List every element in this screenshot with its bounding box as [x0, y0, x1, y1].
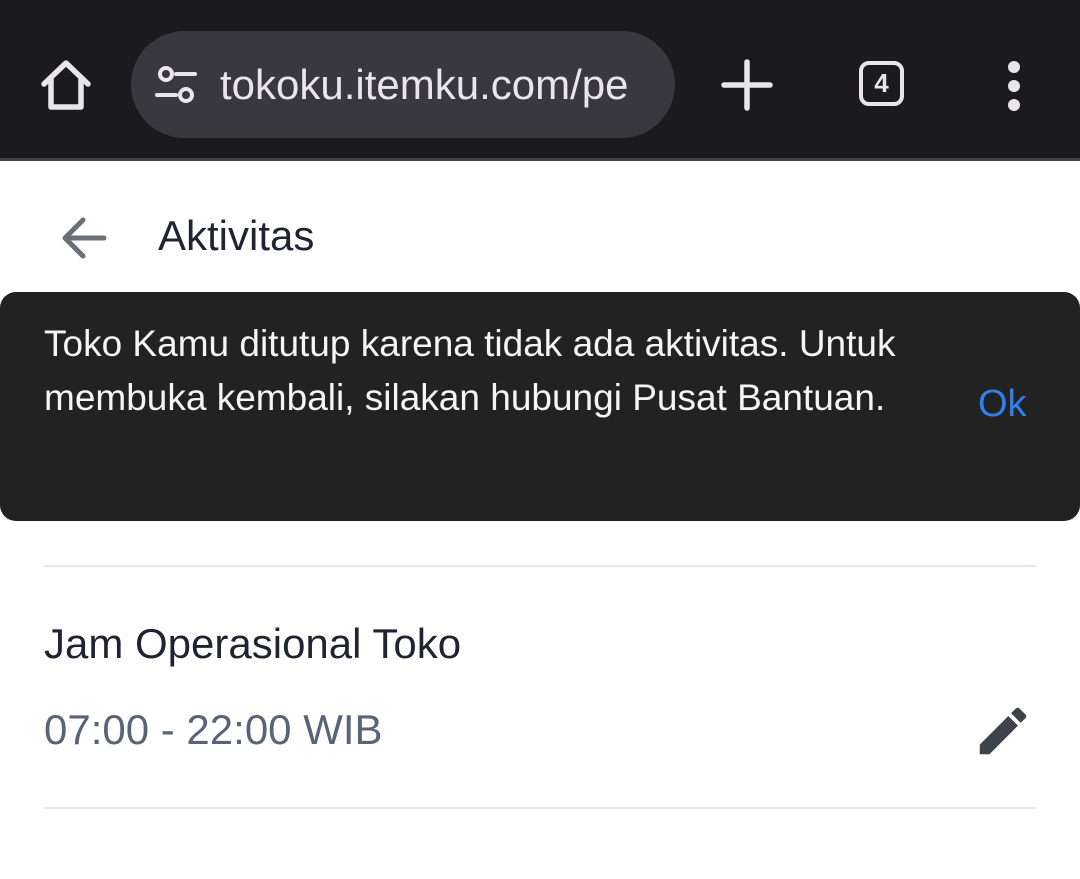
snackbar-message: Toko Kamu ditutup karena tidak ada aktiv…	[44, 323, 896, 418]
plus-icon	[721, 59, 773, 111]
divider	[44, 565, 1036, 567]
tab-switcher-button[interactable]: 4	[859, 61, 904, 106]
tune-icon[interactable]	[155, 65, 197, 105]
home-icon	[41, 60, 91, 110]
more-vert-icon	[1008, 61, 1020, 111]
operating-hours-title: Jam Operasional Toko	[44, 620, 462, 667]
home-button[interactable]	[36, 54, 96, 114]
back-button[interactable]	[56, 210, 116, 266]
url-text[interactable]: tokoku.itemku.com/pe	[220, 57, 654, 113]
address-bar[interactable]: tokoku.itemku.com/pe	[131, 31, 675, 138]
snackbar-ok-button[interactable]: Ok	[978, 377, 1027, 431]
pencil-icon	[979, 707, 1027, 755]
menu-button[interactable]	[990, 57, 1038, 115]
divider	[44, 807, 1036, 809]
new-tab-button[interactable]	[718, 56, 776, 114]
operating-hours-value: 07:00 - 22:00 WIB	[44, 706, 383, 753]
edit-hours-button[interactable]	[972, 700, 1034, 762]
snackbar: Toko Kamu ditutup karena tidak ada aktiv…	[0, 292, 1080, 521]
arrow-back-icon	[62, 217, 107, 259]
browser-toolbar: tokoku.itemku.com/pe 4	[0, 0, 1080, 161]
page-title: Aktivitas	[158, 212, 315, 259]
